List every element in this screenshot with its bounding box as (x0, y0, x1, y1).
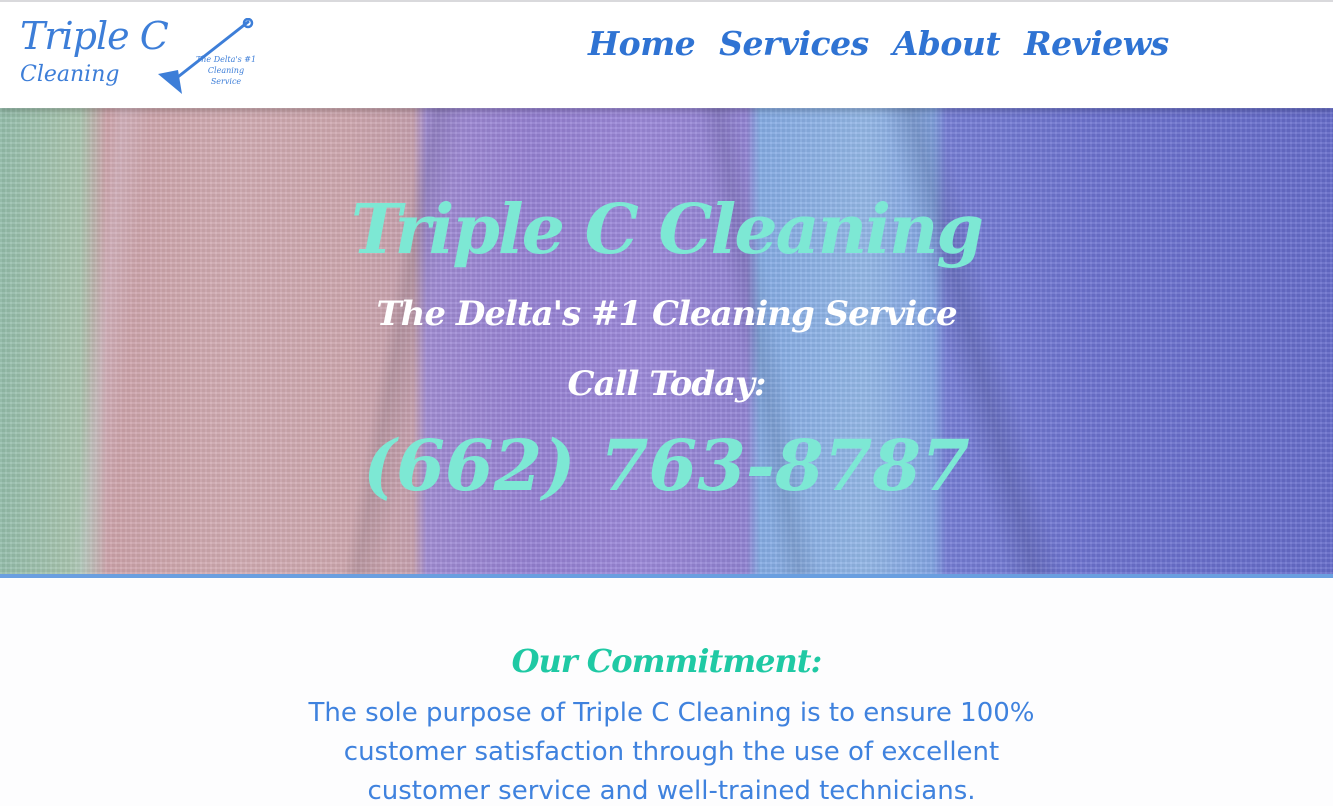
hero-banner: Triple C Cleaning The Delta's #1 Cleanin… (0, 108, 1333, 574)
site-header: Triple C Cleaning The Delta's #1 Cleanin… (0, 0, 1333, 108)
main-nav: Home Services About Reviews (588, 24, 1169, 63)
page: Triple C Cleaning The Delta's #1 Cleanin… (0, 0, 1333, 806)
logo-tagline: The Delta's #1 Cleaning Service (195, 55, 257, 86)
hero-phone-link[interactable]: (662) 763-8787 (0, 424, 1333, 507)
hero-divider (0, 574, 1333, 578)
nav-about-link[interactable]: About (893, 24, 1001, 63)
hero-title: Triple C Cleaning (351, 190, 984, 270)
commitment-heading: Our Commitment: (511, 642, 823, 680)
nav-home-link[interactable]: Home (588, 24, 696, 63)
hero-call-label: Call Today: (567, 364, 767, 404)
site-logo[interactable]: Triple C Cleaning The Delta's #1 Cleanin… (18, 14, 256, 100)
commitment-text: The sole purpose of Triple C Cleaning is… (308, 698, 1035, 806)
nav-reviews-link[interactable]: Reviews (1024, 24, 1169, 63)
hero-subtitle: The Delta's #1 Cleaning Service (376, 294, 957, 334)
nav-services-link[interactable]: Services (719, 24, 869, 63)
logo-text-line2: Cleaning (20, 62, 120, 87)
